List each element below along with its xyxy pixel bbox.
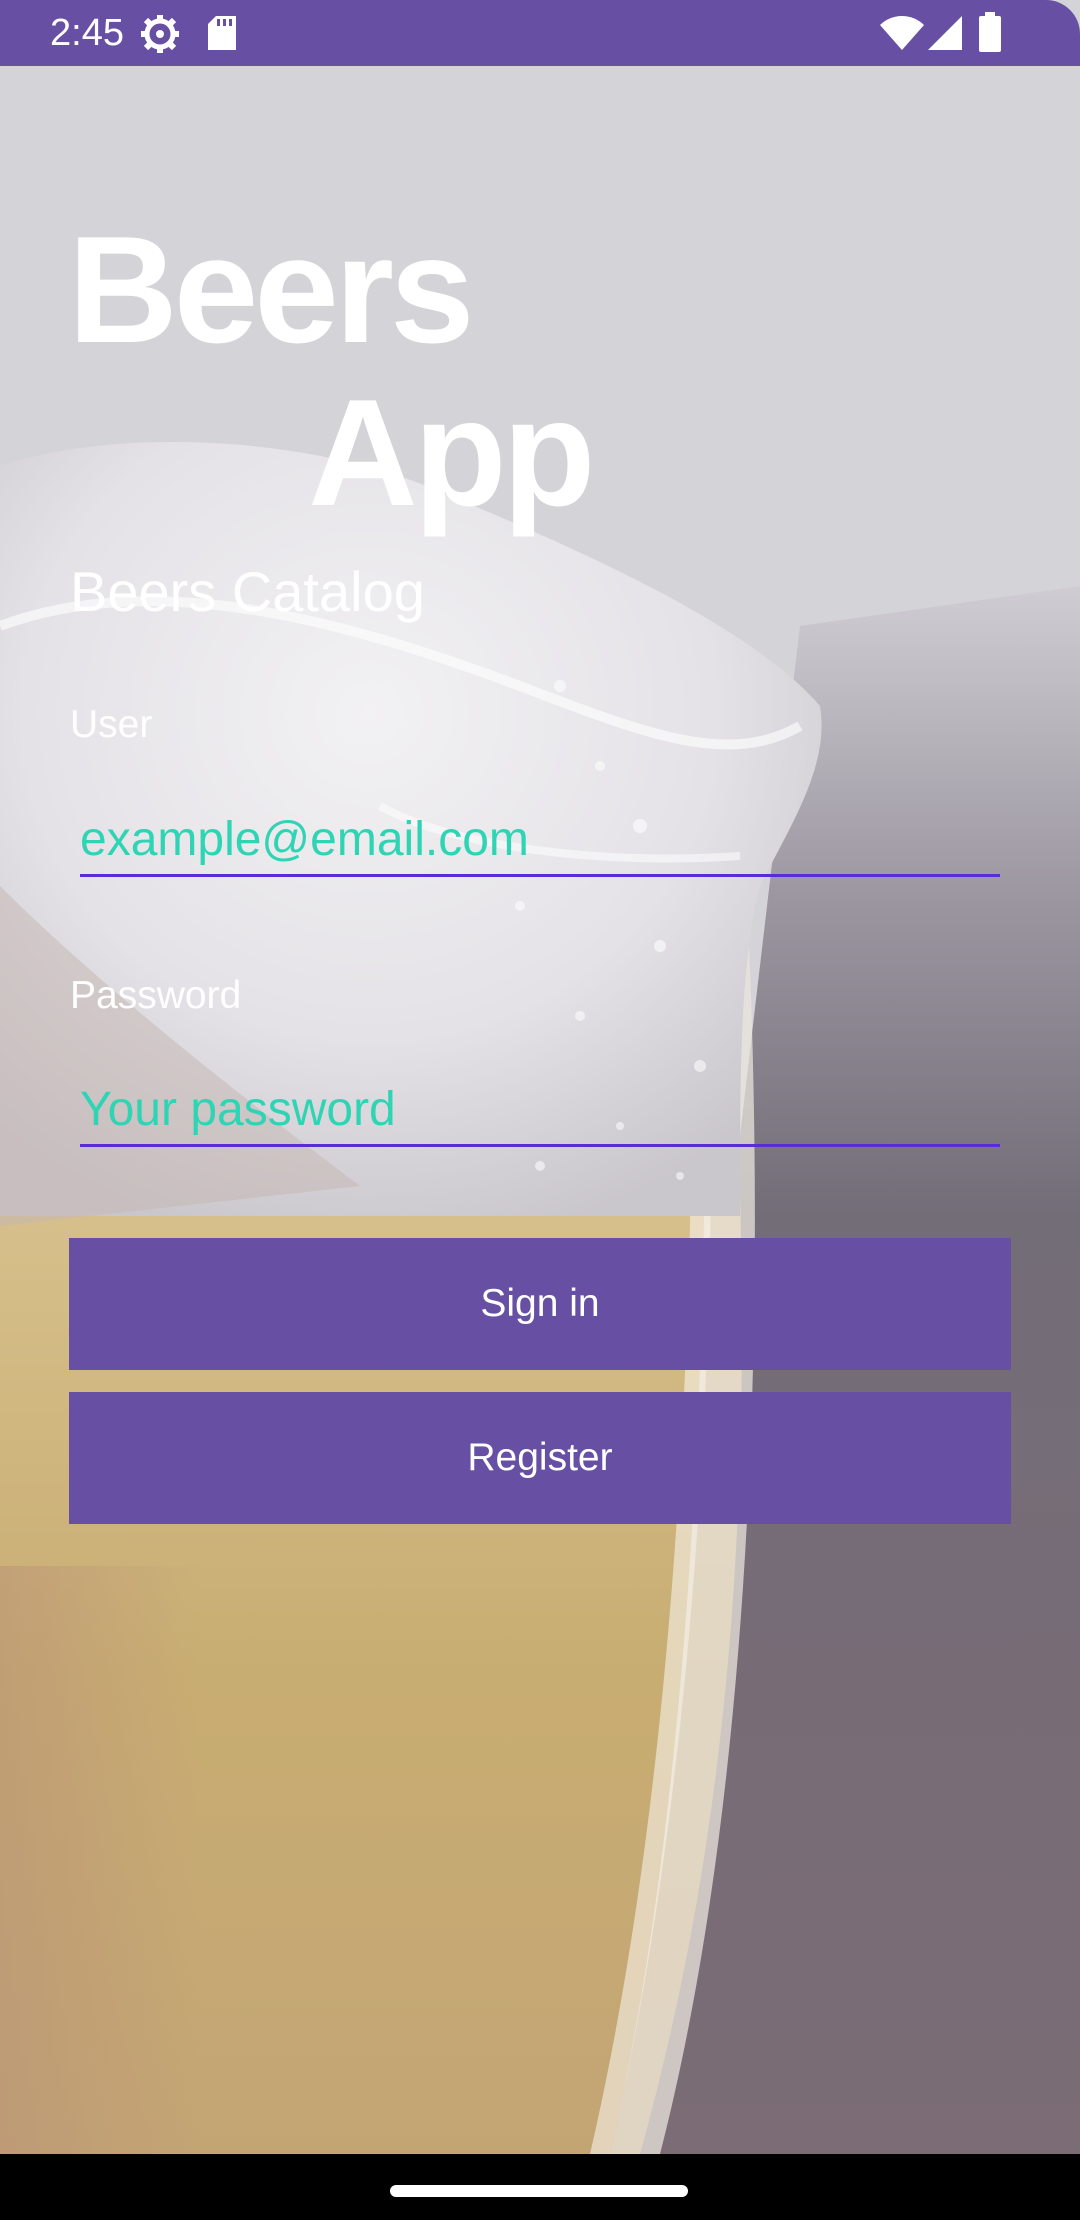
login-screen: 2:45 Beers App Beers Catalog User exampl… <box>0 0 1080 2220</box>
sign-in-button[interactable]: Sign in <box>69 1238 1011 1370</box>
user-label: User <box>70 703 153 746</box>
home-gesture-handle[interactable] <box>390 2185 688 2197</box>
app-title-line1: Beers <box>68 205 475 375</box>
settings-gear-icon <box>141 15 179 53</box>
register-button[interactable]: Register <box>69 1392 1011 1524</box>
sd-card-icon <box>208 16 236 50</box>
wifi-icon <box>880 16 924 50</box>
battery-icon <box>979 12 1001 52</box>
status-bar: 2:45 <box>0 0 1080 66</box>
app-title-line2: App <box>308 368 595 538</box>
cellular-signal-icon <box>928 16 962 50</box>
password-input[interactable] <box>80 1074 1000 1147</box>
app-subtitle: Beers Catalog <box>70 560 425 623</box>
status-time: 2:45 <box>50 12 124 54</box>
user-email-input[interactable] <box>80 804 1000 877</box>
password-label: Password <box>70 974 242 1017</box>
